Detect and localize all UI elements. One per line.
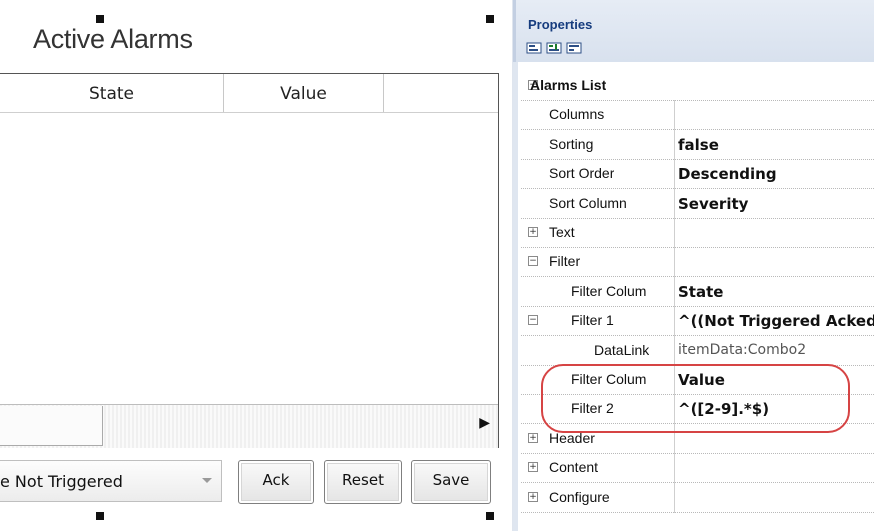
collapse-icon[interactable]: −: [528, 315, 538, 326]
expand-icon[interactable]: +: [528, 432, 538, 443]
property-row[interactable]: Columns: [521, 100, 874, 131]
property-row[interactable]: DataLink itemData:Combo2: [521, 335, 874, 366]
column-separator: [674, 306, 675, 337]
expand-icon[interactable]: +: [528, 491, 538, 502]
column-separator: [674, 247, 675, 278]
categorized-icon[interactable]: [526, 42, 542, 55]
column-separator: [674, 218, 675, 248]
property-row[interactable]: − Filter: [521, 247, 874, 278]
reset-button[interactable]: Reset: [324, 460, 402, 504]
property-row[interactable]: Filter Colum State: [521, 276, 874, 307]
expand-icon[interactable]: +: [528, 227, 538, 237]
chevron-down-icon[interactable]: [202, 478, 212, 483]
column-separator: [674, 276, 675, 307]
property-value[interactable]: itemData:Combo2: [678, 342, 806, 358]
column-separator: [674, 129, 675, 160]
horizontal-scrollbar[interactable]: ▶: [0, 404, 498, 448]
property-name: Columns: [549, 106, 605, 123]
scrollbar-thumb[interactable]: [0, 406, 103, 446]
ack-label: Ack: [262, 471, 290, 489]
filter-combo[interactable]: e Not Triggered: [0, 460, 222, 502]
column-separator: [674, 188, 675, 219]
property-name: Filter 1: [571, 312, 614, 329]
property-name: Alarms List: [530, 77, 607, 93]
property-row[interactable]: + Configure: [521, 482, 874, 513]
property-row[interactable]: − Filter 1 ^((Not Triggered Acked: [521, 306, 874, 337]
column-header-value[interactable]: Value: [224, 74, 384, 112]
alarms-title: Active Alarms: [33, 24, 193, 54]
property-name: DataLink: [594, 341, 650, 358]
grid-header: State Value: [0, 74, 498, 113]
column-separator: [674, 482, 675, 513]
column-separator: [674, 159, 675, 190]
property-value[interactable]: State: [678, 283, 723, 301]
reset-label: Reset: [342, 471, 384, 489]
property-row[interactable]: Sorting false: [521, 129, 874, 160]
property-name: Content: [549, 459, 599, 476]
collapse-icon[interactable]: −: [528, 256, 538, 267]
property-row[interactable]: − Alarms List: [521, 71, 874, 101]
selection-handle[interactable]: [96, 512, 104, 520]
column-separator: [674, 335, 675, 366]
column-header-state[interactable]: State: [0, 74, 224, 112]
properties-panel: Properties − Alarms List Columns Sorting fal…: [513, 0, 874, 531]
property-row[interactable]: Sort Order Descending: [521, 159, 874, 190]
property-row[interactable]: + Text: [521, 218, 874, 248]
selection-handle[interactable]: [486, 15, 494, 23]
save-label: Save: [432, 471, 470, 489]
property-name: Text: [549, 224, 575, 240]
property-name: Sort Order: [549, 165, 615, 182]
save-button[interactable]: Save: [411, 460, 491, 504]
property-value[interactable]: ^((Not Triggered Acked: [678, 312, 874, 330]
property-name: Filter Colum: [571, 282, 647, 299]
properties-title: Properties: [528, 17, 593, 32]
property-name: Configure: [549, 488, 610, 505]
properties-header: Properties: [513, 0, 874, 62]
scroll-right-icon[interactable]: ▶: [479, 415, 490, 431]
property-value[interactable]: Descending: [678, 165, 777, 183]
designer-canvas: Active Alarms State Value ▶ e Not Trigge…: [0, 0, 512, 531]
sorted-icon[interactable]: [546, 42, 562, 55]
column-separator: [674, 100, 675, 131]
property-pages-icon[interactable]: [566, 42, 582, 55]
selection-handle[interactable]: [96, 15, 104, 23]
property-row[interactable]: + Content: [521, 453, 874, 484]
property-name: Sorting: [549, 135, 594, 152]
selection-handle[interactable]: [486, 512, 494, 520]
property-value[interactable]: false: [678, 136, 719, 154]
highlight-annotation: [541, 364, 850, 433]
column-header-empty[interactable]: [384, 74, 498, 112]
ack-button[interactable]: Ack: [238, 460, 314, 504]
column-separator: [674, 453, 675, 484]
property-name: Sort Column: [549, 194, 627, 211]
filter-combo-value: e Not Triggered: [0, 472, 123, 491]
expand-icon[interactable]: +: [528, 462, 538, 473]
property-row[interactable]: Sort Column Severity: [521, 188, 874, 219]
property-name: Filter: [549, 253, 581, 270]
alarms-grid[interactable]: [0, 73, 499, 448]
property-value[interactable]: Severity: [678, 195, 748, 213]
